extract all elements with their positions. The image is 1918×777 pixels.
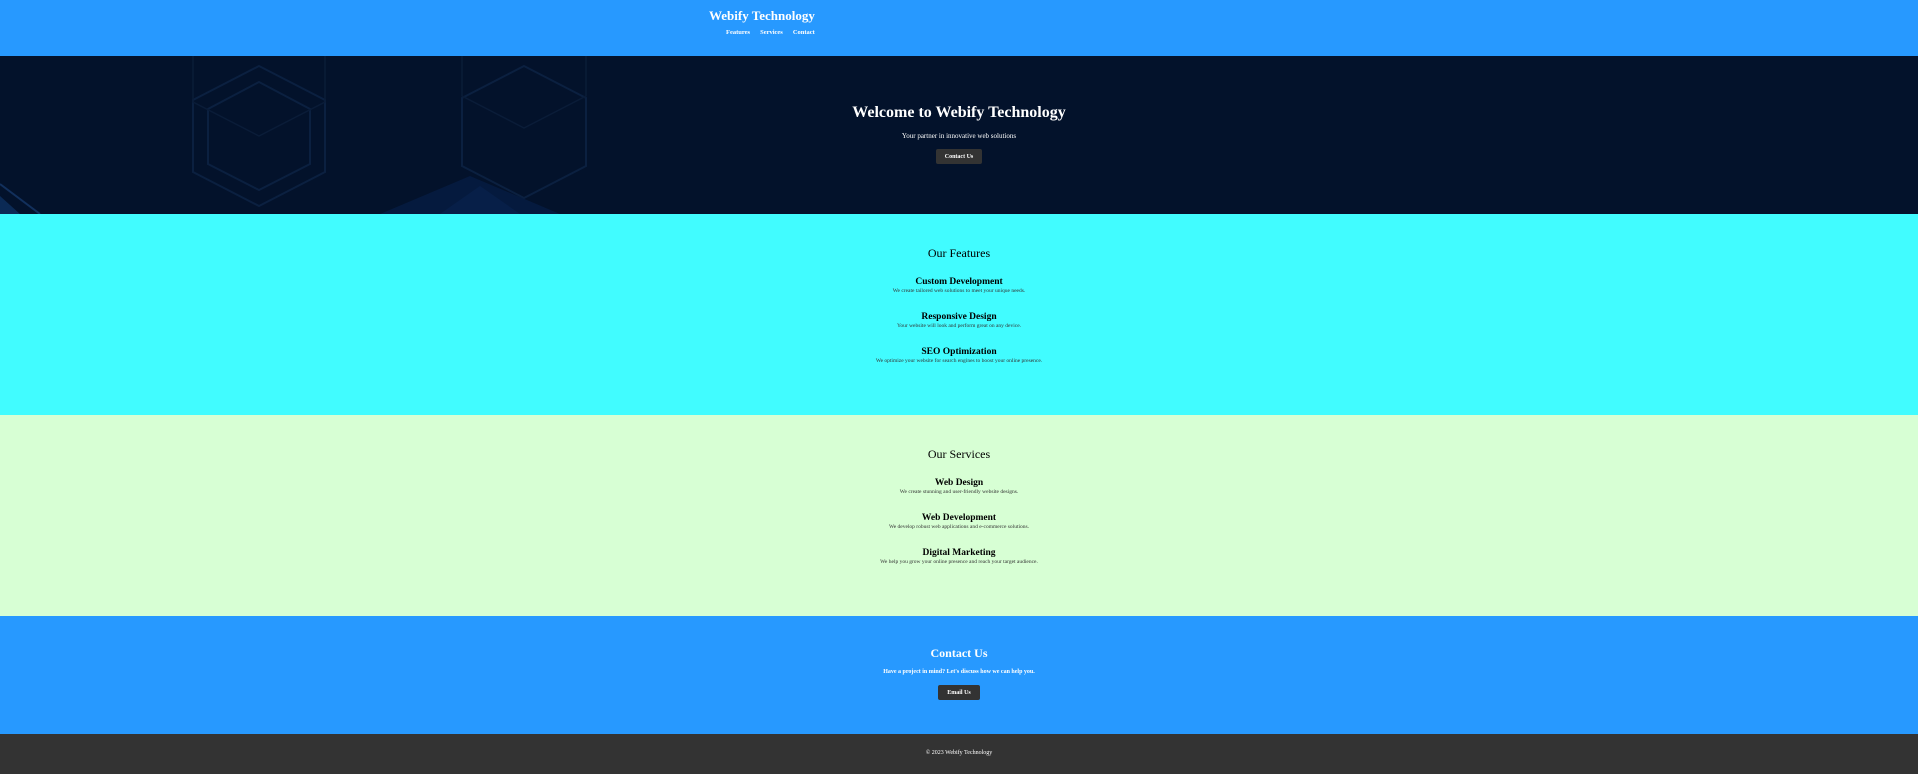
nav-link-services[interactable]: Services — [760, 29, 783, 36]
hero-subtitle: Your partner in innovative web solutions — [901, 132, 1017, 140]
service-item: Digital Marketing We help you grow your … — [0, 548, 1918, 566]
brand-title: Webify Technology — [709, 8, 815, 23]
service-item-description: We help you grow your online presence an… — [880, 559, 1038, 565]
hero-content: Welcome to Webify Technology Your partne… — [0, 56, 1918, 214]
features-section: Our Features Custom Development We creat… — [0, 214, 1918, 415]
hero-section: Welcome to Webify Technology Your partne… — [0, 56, 1918, 214]
contact-text: Have a project in mind? Let's discuss ho… — [883, 669, 1035, 675]
service-item-description: We develop robust web applications and e… — [888, 524, 1030, 530]
service-item-title: Digital Marketing — [922, 548, 996, 558]
site-footer: © 2023 Webify Technology — [0, 734, 1918, 774]
services-section: Our Services Web Design We create stunni… — [0, 415, 1918, 616]
hero-title: Welcome to Webify Technology — [852, 104, 1066, 121]
feature-item-title: Custom Development — [915, 277, 1003, 287]
contact-section: Contact Us Have a project in mind? Let's… — [0, 616, 1918, 734]
feature-item-description: We optimize your website for search engi… — [875, 358, 1043, 364]
nav-link-contact[interactable]: Contact — [793, 29, 815, 36]
nav-link-features[interactable]: Features — [726, 29, 750, 36]
email-us-button[interactable]: Email Us — [938, 685, 980, 700]
services-title: Our Services — [927, 447, 991, 461]
feature-item: Responsive Design Your website will look… — [0, 312, 1918, 330]
service-item-title: Web Development — [921, 513, 997, 523]
features-title: Our Features — [927, 246, 991, 260]
feature-item-title: Responsive Design — [921, 312, 997, 322]
feature-item-description: Your website will look and perform great… — [896, 323, 1022, 329]
copyright-text: © 2023 Webify Technology — [925, 750, 993, 756]
service-item: Web Development We develop robust web ap… — [0, 513, 1918, 531]
service-item-description: We create stunning and user-friendly web… — [899, 489, 1019, 495]
hero-contact-button[interactable]: Contact Us — [936, 149, 982, 164]
service-item: Web Design We create stunning and user-f… — [0, 478, 1918, 496]
feature-item: SEO Optimization We optimize your websit… — [0, 347, 1918, 365]
service-item-title: Web Design — [934, 478, 984, 488]
feature-item-description: We create tailored web solutions to meet… — [892, 288, 1026, 294]
feature-item: Custom Development We create tailored we… — [0, 277, 1918, 295]
contact-title: Contact Us — [930, 646, 988, 660]
site-header: Webify Technology Features Services Cont… — [0, 0, 1918, 56]
main-nav: Features Services Contact — [726, 29, 815, 36]
feature-item-title: SEO Optimization — [921, 347, 997, 357]
